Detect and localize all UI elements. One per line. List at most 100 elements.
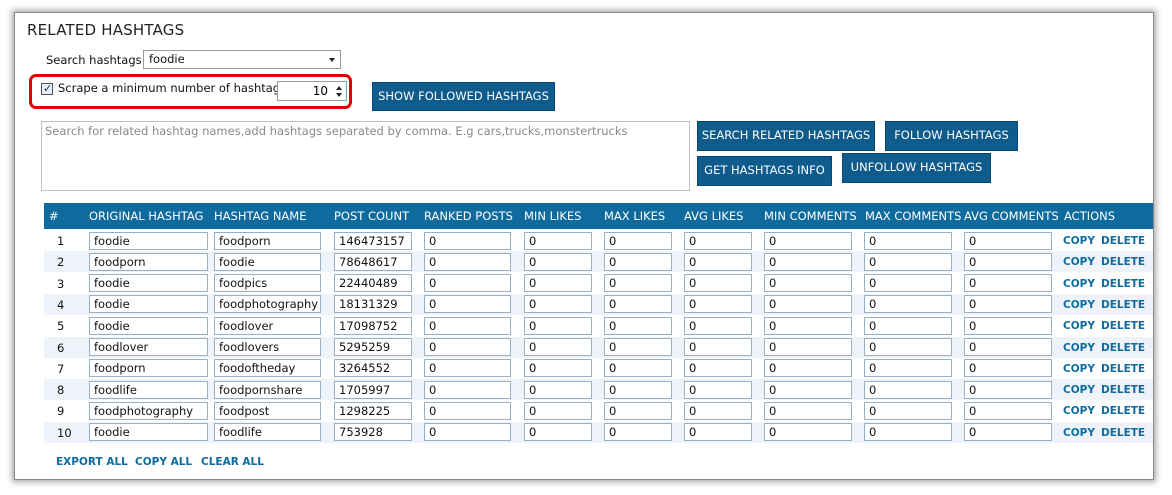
cell-max-likes[interactable]: 0 [604,338,672,356]
cell-original[interactable]: foodlover [89,338,208,356]
cell-ranked[interactable]: 0 [424,316,511,335]
cell-post-count[interactable]: 146473157 [334,231,412,250]
cell-min-likes[interactable]: 0 [524,380,592,399]
cell-post-count[interactable]: 17098752 [334,316,412,335]
cell-min-likes[interactable]: 0 [524,316,592,335]
cell-ranked[interactable]: 0 [424,401,511,420]
row-delete-link[interactable]: DELETE [1101,320,1145,332]
cell-avg-likes[interactable]: 0 [684,252,752,271]
cell-max-likes[interactable]: 0 [604,274,672,293]
cell-max-comments[interactable]: 0 [864,274,952,293]
cell-avg-comments[interactable]: 0 [964,252,1052,271]
cell-avg-comments[interactable]: 0 [964,295,1052,314]
cell-avg-likes[interactable]: 0 [684,295,752,314]
scrape-minimum-checkbox[interactable]: ✓ [41,82,53,95]
show-followed-hashtags-button[interactable]: SHOW FOLLOWED HASHTAGS [372,82,555,111]
row-delete-link[interactable]: DELETE [1101,278,1145,290]
cell-ranked[interactable]: 0 [424,252,511,271]
minimum-hashtags-stepper[interactable]: 10 [277,81,347,101]
cell-original[interactable]: foodphotography [89,401,208,420]
row-delete-link[interactable]: DELETE [1101,427,1145,439]
row-delete-link[interactable]: DELETE [1101,299,1145,311]
row-copy-link[interactable]: COPY [1063,427,1095,439]
cell-post-count[interactable]: 3264552 [334,359,412,378]
cell-avg-comments[interactable]: 0 [964,380,1052,399]
cell-max-comments[interactable]: 0 [864,359,952,378]
chevron-up-icon[interactable] [336,86,342,90]
row-delete-link[interactable]: DELETE [1101,342,1145,354]
get-hashtags-info-button[interactable]: GET HASHTAGS INFO [697,156,832,186]
row-delete-link[interactable]: DELETE [1101,256,1145,268]
cell-max-comments[interactable]: 0 [864,423,952,442]
cell-ranked[interactable]: 0 [424,423,511,442]
cell-ranked[interactable]: 0 [424,295,511,314]
cell-min-likes[interactable]: 0 [524,359,592,378]
related-hashtags-input[interactable] [41,121,690,191]
cell-post-count[interactable]: 1298225 [334,401,412,420]
row-delete-link[interactable]: DELETE [1101,363,1145,375]
row-delete-link[interactable]: DELETE [1101,384,1145,396]
row-copy-link[interactable]: COPY [1063,384,1095,396]
cell-min-comments[interactable]: 0 [764,359,852,378]
cell-max-comments[interactable]: 0 [864,295,952,314]
cell-min-likes[interactable]: 0 [524,423,592,442]
cell-ranked[interactable]: 0 [424,338,511,356]
cell-ranked[interactable]: 0 [424,359,511,378]
cell-max-comments[interactable]: 0 [864,401,952,420]
cell-min-comments[interactable]: 0 [764,338,852,356]
cell-max-likes[interactable]: 0 [604,359,672,378]
cell-max-likes[interactable]: 0 [604,423,672,442]
row-delete-link[interactable]: DELETE [1101,405,1145,417]
cell-avg-comments[interactable]: 0 [964,359,1052,378]
cell-avg-comments[interactable]: 0 [964,231,1052,250]
cell-post-count[interactable]: 22440489 [334,274,412,293]
cell-min-likes[interactable]: 0 [524,274,592,293]
cell-name[interactable]: foodpics [214,274,321,293]
cell-original[interactable]: foodporn [89,359,208,378]
cell-avg-likes[interactable]: 0 [684,316,752,335]
cell-min-likes[interactable]: 0 [524,338,592,356]
row-copy-link[interactable]: COPY [1063,320,1095,332]
cell-avg-likes[interactable]: 0 [684,274,752,293]
row-copy-link[interactable]: COPY [1063,278,1095,290]
cell-max-comments[interactable]: 0 [864,252,952,271]
cell-min-comments[interactable]: 0 [764,316,852,335]
cell-original[interactable]: foodporn [89,252,208,271]
cell-avg-likes[interactable]: 0 [684,380,752,399]
cell-max-comments[interactable]: 0 [864,231,952,250]
cell-max-likes[interactable]: 0 [604,401,672,420]
cell-post-count[interactable]: 1705997 [334,380,412,399]
follow-hashtags-button[interactable]: FOLLOW HASHTAGS [885,121,1018,151]
cell-min-comments[interactable]: 0 [764,423,852,442]
cell-original[interactable]: foodie [89,316,208,335]
cell-name[interactable]: foodoftheday [214,359,321,378]
cell-min-comments[interactable]: 0 [764,231,852,250]
cell-max-likes[interactable]: 0 [604,380,672,399]
unfollow-hashtags-button[interactable]: UNFOLLOW HASHTAGS [842,153,991,183]
cell-min-comments[interactable]: 0 [764,295,852,314]
cell-ranked[interactable]: 0 [424,231,511,250]
cell-name[interactable]: foodlife [214,423,321,442]
row-copy-link[interactable]: COPY [1063,235,1095,247]
cell-min-likes[interactable]: 0 [524,231,592,250]
cell-post-count[interactable]: 5295259 [334,338,412,356]
cell-name[interactable]: foodpost [214,401,321,420]
row-copy-link[interactable]: COPY [1063,363,1095,375]
cell-avg-comments[interactable]: 0 [964,316,1052,335]
cell-avg-comments[interactable]: 0 [964,401,1052,420]
cell-original[interactable]: foodie [89,274,208,293]
row-copy-link[interactable]: COPY [1063,299,1095,311]
cell-max-comments[interactable]: 0 [864,380,952,399]
cell-name[interactable]: foodphotography [214,295,321,314]
cell-name[interactable]: foodie [214,252,321,271]
row-delete-link[interactable]: DELETE [1101,235,1145,247]
cell-max-likes[interactable]: 0 [604,231,672,250]
cell-original[interactable]: foodlife [89,380,208,399]
cell-avg-comments[interactable]: 0 [964,274,1052,293]
cell-name[interactable]: foodporn [214,231,321,250]
cell-avg-comments[interactable]: 0 [964,338,1052,356]
chevron-down-icon[interactable] [336,93,342,97]
cell-max-comments[interactable]: 0 [864,338,952,356]
cell-avg-likes[interactable]: 0 [684,359,752,378]
cell-max-likes[interactable]: 0 [604,295,672,314]
